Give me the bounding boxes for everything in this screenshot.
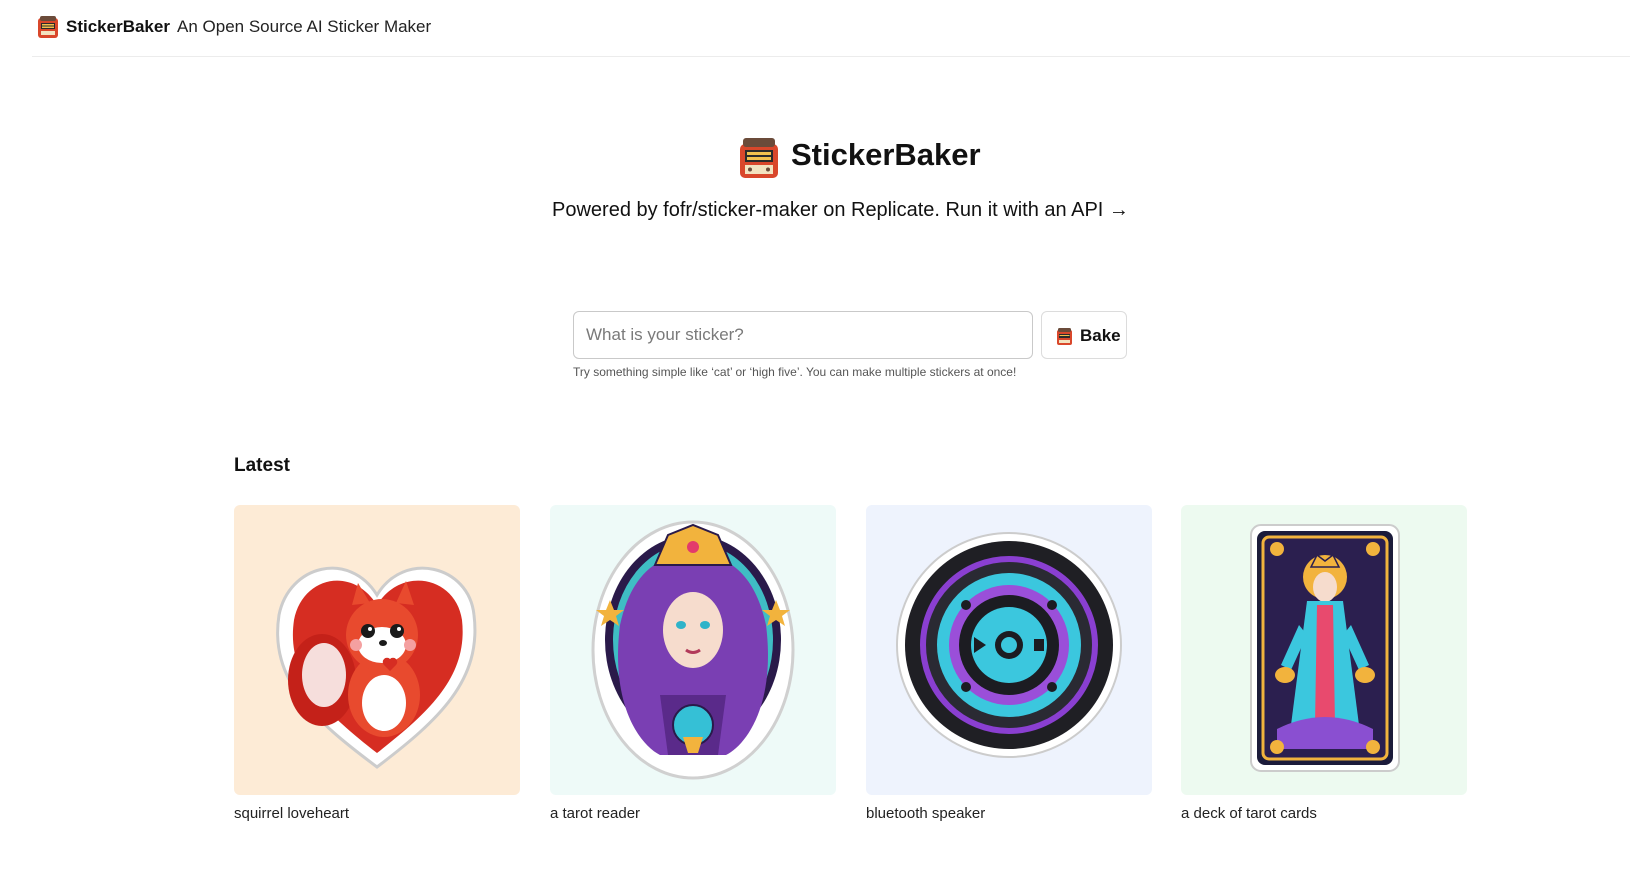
sticker-card[interactable]: a tarot reader [550,505,836,822]
bake-button[interactable]: Bake [1041,311,1127,359]
toaster-oven-icon [740,138,778,178]
sticker-card[interactable]: squirrel loveheart [234,505,520,822]
tagline: An Open Source AI Sticker Maker [177,17,432,36]
sticker-prompt-input[interactable] [573,311,1033,359]
prompt-hint: Try something simple like ‘cat’ or ‘high… [573,365,1017,379]
brand-link[interactable]: StickerBaker [66,17,170,37]
toaster-oven-icon [1057,328,1072,345]
latest-heading: Latest [234,455,290,476]
squirrel-heart-sticker[interactable] [234,505,520,795]
tarot-card-deck-sticker[interactable] [1181,505,1467,795]
sticker-caption[interactable]: a tarot reader [550,805,836,822]
sticker-card[interactable]: bluetooth speaker [866,505,1152,822]
tarot-reader-sticker[interactable] [550,505,836,795]
sticker-caption[interactable]: squirrel loveheart [234,805,520,822]
bake-button-label: Bake [1080,326,1121,345]
hero-title: StickerBaker [791,137,981,172]
hero-subtitle: Powered by fofr/sticker-maker on Replica… [552,199,1152,222]
bluetooth-speaker-sticker[interactable] [866,505,1152,795]
sticker-caption[interactable]: bluetooth speaker [866,805,1152,822]
top-navigation-bar: StickerBaker An Open Source AI Sticker M… [32,0,1630,57]
replicate-api-link[interactable]: Powered by fofr/sticker-maker on Replica… [552,199,1129,221]
sticker-caption[interactable]: a deck of tarot cards [1181,805,1467,822]
sticker-card[interactable]: a deck of tarot cards [1181,505,1467,822]
toaster-oven-icon[interactable] [37,14,59,40]
